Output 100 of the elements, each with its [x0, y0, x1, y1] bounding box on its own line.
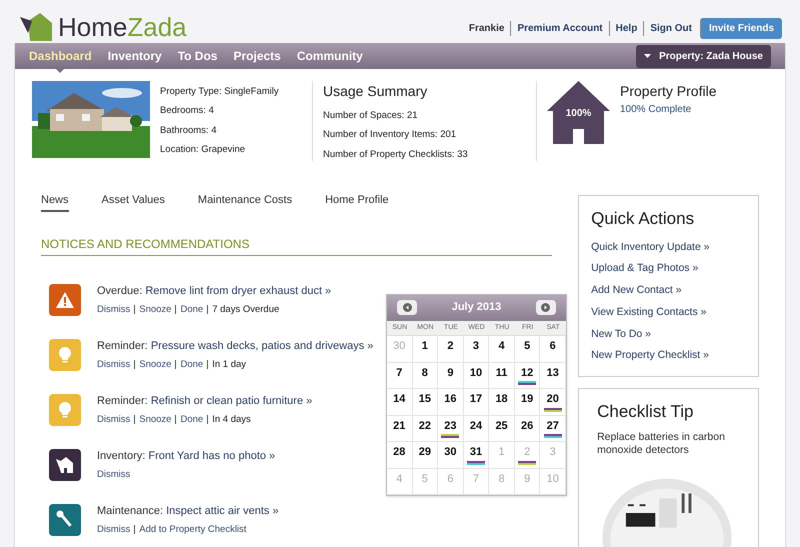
warning-icon — [49, 284, 81, 316]
property-detail: Bathrooms: 4 — [160, 124, 218, 138]
notice-action[interactable]: Done — [175, 304, 204, 314]
content-tab[interactable]: News — [41, 192, 69, 212]
notice-action[interactable]: Snooze — [134, 414, 172, 424]
selection-pointer — [54, 67, 66, 73]
content-tab[interactable]: Asset Values — [102, 192, 165, 212]
notice-action[interactable]: Add to Property Checklist — [134, 524, 246, 534]
progress-label: 100% — [564, 107, 592, 121]
calendar-day[interactable]: 17 — [464, 389, 490, 416]
content-tab[interactable]: Maintenance Costs — [198, 192, 292, 212]
due-label: 7 days Overdue — [207, 304, 280, 314]
calendar-day[interactable]: 28 — [387, 442, 413, 468]
calendar-day[interactable]: 18 — [489, 389, 515, 416]
calendar-day[interactable]: 29 — [412, 442, 438, 468]
tip-text: Replace batteries in carbon monoxide detectors — [597, 430, 726, 457]
usage-stat: Number of Inventory Items: 201 — [323, 128, 458, 142]
notice-action[interactable]: Dismiss — [97, 304, 130, 314]
section-heading: Usage Summary — [323, 82, 428, 101]
next-month-button[interactable] — [536, 300, 556, 315]
notice-action[interactable]: Dismiss — [97, 360, 130, 369]
notice-link[interactable]: Inspect attic air vents » — [166, 504, 279, 516]
header-link[interactable]: Sign Out — [643, 21, 692, 36]
notice-link[interactable]: Remove lint from dryer exhaust duct » — [145, 284, 332, 296]
calendar-day[interactable]: 14 — [387, 389, 413, 416]
calendar-title: July 2013 — [452, 300, 502, 316]
due-label: In 1 day — [207, 360, 246, 369]
calendar-day[interactable]: 9 — [438, 362, 464, 389]
calendar-day[interactable]: 6 — [540, 336, 566, 362]
lightbulb-icon — [49, 338, 81, 370]
calendar-day[interactable]: 8 — [412, 362, 438, 389]
calendar-day[interactable]: 31 — [464, 442, 490, 468]
calendar-day[interactable]: 20 — [540, 389, 566, 416]
calendar-day[interactable]: 26 — [514, 416, 540, 442]
panel-title: Quick Actions — [591, 208, 696, 230]
wrench-icon — [49, 504, 81, 536]
nav-tab[interactable]: Inventory — [108, 47, 162, 65]
section-heading: Property Profile — [620, 82, 716, 101]
property-button[interactable]: Property: Zada House — [636, 44, 771, 68]
logo-text: HomeZada — [58, 14, 187, 40]
property-detail: Bedrooms: 4 — [160, 104, 215, 118]
usage-stat: Number of Property Checklists: 33 — [323, 148, 469, 162]
notice-link[interactable]: Pressure wash decks, patios and driveways » — [150, 340, 374, 352]
profile-status: 100% Complete — [620, 103, 692, 117]
quick-action-link[interactable]: View Existing Contacts » — [591, 304, 746, 320]
notice-action[interactable]: Done — [175, 360, 204, 369]
calendar-day[interactable]: 21 — [387, 416, 413, 442]
calendar-day[interactable]: 23 — [438, 416, 464, 442]
house-icon — [547, 81, 610, 144]
calendar-day[interactable]: 1 — [412, 336, 438, 362]
caret-icon — [644, 54, 652, 58]
notice-action[interactable]: Done — [175, 414, 204, 424]
calendar-day[interactable]: 22 — [412, 416, 438, 442]
header-link[interactable]: Frankie — [468, 21, 504, 36]
notice-title: Reminder: Pressure wash decks, patios and driveways » — [97, 340, 374, 352]
calendar-day[interactable]: 30 — [438, 442, 464, 468]
calendar-day[interactable]: 15 — [412, 389, 438, 416]
calendar-day[interactable]: 25 — [489, 416, 515, 442]
house-icon — [49, 448, 81, 480]
property-detail: Location: Grapevine — [160, 142, 246, 157]
notice-action[interactable]: Dismiss — [97, 524, 130, 534]
notice-title: Reminder: Refinish or clean patio furniture » — [97, 396, 312, 406]
notice-action[interactable]: Dismiss — [97, 470, 130, 479]
nav-tab[interactable]: Community — [296, 47, 363, 65]
previous-month-button[interactable] — [397, 300, 417, 315]
calendar-day[interactable]: 3 — [464, 336, 490, 362]
calendar-day[interactable]: 10 — [464, 362, 490, 389]
notice-action[interactable]: Dismiss — [97, 414, 130, 424]
due-label: In 4 days — [207, 414, 251, 424]
quick-action-link[interactable]: Upload & Tag Photos » — [591, 261, 746, 277]
quick-action-link[interactable]: New Property Checklist » — [591, 348, 746, 364]
lightbulb-icon — [49, 394, 81, 426]
calendar-day[interactable]: 12 — [514, 362, 540, 389]
notice-link[interactable]: Refinish or clean patio furniture » — [150, 394, 312, 406]
notice-title: Maintenance: Inspect attic air vents » — [97, 506, 279, 516]
header-link[interactable]: Premium Account — [510, 21, 603, 36]
quick-action-link[interactable]: New To Do » — [591, 326, 746, 342]
nav-tab[interactable]: Projects — [233, 47, 281, 65]
calendar-day[interactable]: 16 — [438, 389, 464, 416]
calendar-day[interactable]: 7 — [387, 362, 413, 389]
notice-action[interactable]: Snooze — [134, 360, 172, 369]
invite-button[interactable]: Invite Friends — [700, 18, 782, 39]
logo-icon — [18, 11, 54, 43]
calendar-day[interactable]: 11 — [489, 362, 515, 389]
calendar-day[interactable]: 19 — [514, 389, 540, 416]
quick-action-link[interactable]: Add New Contact » — [591, 283, 746, 299]
calendar-day[interactable]: 5 — [514, 336, 540, 362]
calendar-day[interactable]: 13 — [540, 362, 566, 389]
notice-link[interactable]: Front Yard has no photo » — [148, 450, 276, 462]
property-detail: Property Type: SingleFamily — [160, 85, 279, 99]
header-link[interactable]: Help — [608, 21, 638, 36]
calendar-day[interactable]: 4 — [489, 336, 515, 362]
quick-action-link[interactable]: Quick Inventory Update » — [591, 240, 746, 256]
calendar-day[interactable]: 2 — [438, 336, 464, 362]
section-title: NOTICES AND RECOMMENDATIONS — [41, 234, 552, 256]
calendar-day[interactable]: 24 — [464, 416, 490, 442]
notice-action[interactable]: Snooze — [134, 304, 172, 314]
content-tab[interactable]: Home Profile — [325, 192, 389, 212]
calendar-day[interactable]: 27 — [540, 416, 566, 442]
nav-tab[interactable]: To Dos — [178, 47, 218, 65]
